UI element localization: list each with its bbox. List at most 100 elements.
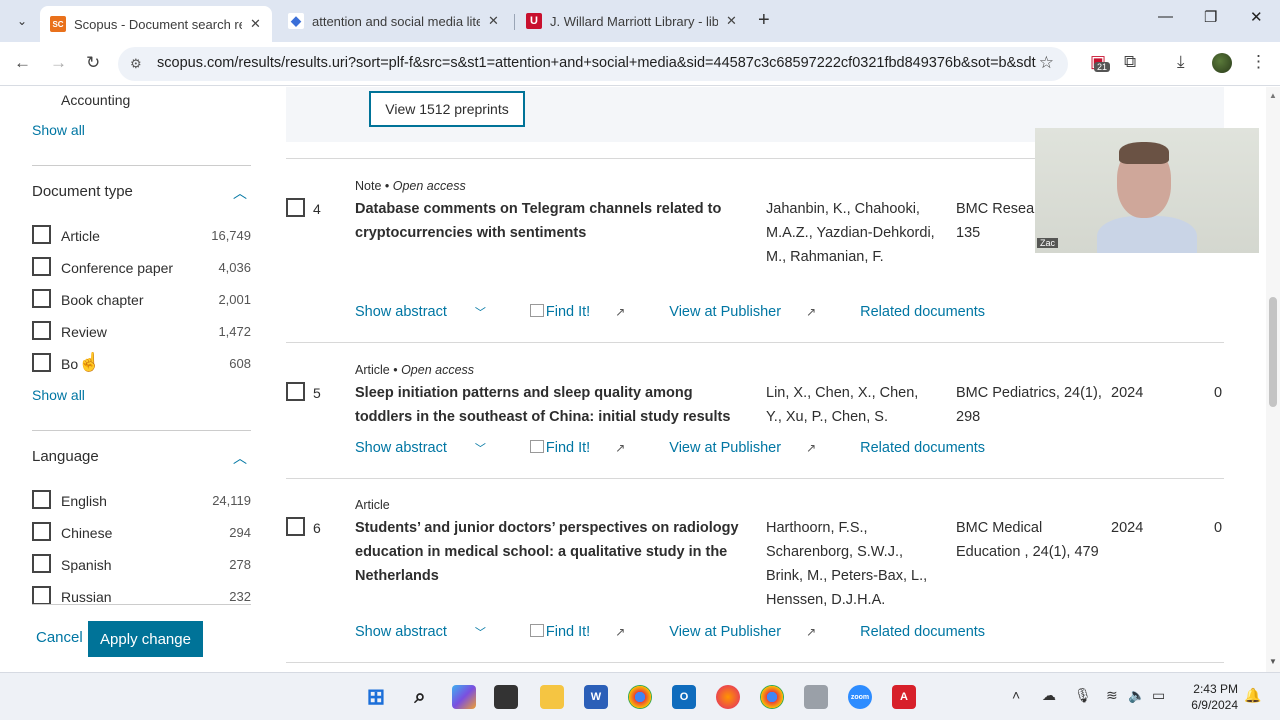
language-heading[interactable]: Language: [32, 448, 99, 465]
extension-badge: 21: [1094, 62, 1111, 72]
document-type-heading[interactable]: Document type: [32, 183, 133, 200]
result-checkbox[interactable]: [286, 198, 305, 217]
checkbox-article[interactable]: [32, 225, 51, 244]
checkbox-chinese[interactable]: [32, 522, 51, 541]
close-tab-icon[interactable]: ✕: [488, 13, 499, 29]
url-text[interactable]: scopus.com/results/results.uri?sort=plf-…: [157, 55, 1037, 71]
external-link-icon: ↗: [615, 441, 626, 455]
find-it-link[interactable]: Find It! ↗: [529, 304, 647, 320]
divider: [32, 165, 251, 166]
forward-icon[interactable]: →: [50, 53, 67, 73]
language-label: Chinese: [61, 525, 113, 541]
address-bar[interactable]: ⚙ scopus.com/results/results.uri?sort=pl…: [118, 47, 1068, 81]
profile-avatar[interactable]: [1212, 53, 1232, 73]
extensions-puzzle-icon[interactable]: ⧉: [1124, 52, 1136, 72]
view-at-publisher-link[interactable]: View at Publisher ↗: [669, 624, 838, 640]
close-window-icon[interactable]: ✕: [1250, 8, 1263, 26]
chrome-icon[interactable]: [628, 685, 652, 709]
external-link-icon: ↗: [615, 625, 626, 639]
page-scrollbar[interactable]: ▲ ▼: [1266, 87, 1280, 672]
result-authors[interactable]: Jahanbin, K., Chahooki, M.A.Z., Yazdian-…: [766, 197, 936, 269]
reload-icon[interactable]: ↻: [86, 53, 100, 73]
chrome-profile-icon[interactable]: [760, 685, 784, 709]
subject-area-item[interactable]: Accounting: [61, 92, 130, 108]
checkbox-english[interactable]: [32, 490, 51, 509]
task-view-icon[interactable]: [494, 685, 518, 709]
result-title-link[interactable]: Students’ and junior doctors’ perspectiv…: [355, 516, 749, 588]
outlook-icon[interactable]: O: [672, 685, 696, 709]
view-at-publisher-link[interactable]: View at Publisher ↗: [669, 440, 838, 456]
tab-marriott-library[interactable]: U J. Willard Marriott Library - lib.u ✕: [516, 6, 748, 36]
search-icon[interactable]: ⌕: [408, 685, 432, 709]
checkbox-review[interactable]: [32, 321, 51, 340]
checkbox-spanish[interactable]: [32, 554, 51, 573]
find-it-link[interactable]: Find It! ↗: [529, 624, 647, 640]
notifications-icon[interactable]: 🔔: [1244, 687, 1261, 704]
scroll-down-icon[interactable]: ▼: [1269, 657, 1277, 666]
firefox-icon[interactable]: [716, 685, 740, 709]
show-all-doctype-link[interactable]: Show all: [32, 387, 85, 403]
checkbox-book[interactable]: [32, 353, 51, 372]
result-source: BMC Medical Education , 24(1), 479: [956, 520, 1099, 560]
chevron-up-icon[interactable]: ︿: [233, 183, 247, 203]
checkbox-conference-paper[interactable]: [32, 257, 51, 276]
menu-kebab-icon[interactable]: ⋮: [1250, 52, 1267, 72]
result-source: BMC Pediatrics, 24(1), 298: [956, 385, 1102, 425]
chevron-up-icon[interactable]: ︿: [233, 448, 247, 468]
checkbox-book-chapter[interactable]: [32, 289, 51, 308]
bookmark-star-icon[interactable]: ☆: [1039, 53, 1054, 73]
view-preprints-button[interactable]: View 1512 preprints: [369, 91, 525, 127]
battery-icon[interactable]: ▭: [1152, 687, 1165, 704]
onedrive-icon[interactable]: ☁: [1042, 687, 1056, 704]
microphone-icon[interactable]: 🎙: [1074, 687, 1092, 704]
show-abstract-link[interactable]: Show abstract ﹀: [355, 304, 508, 320]
apply-change-button[interactable]: Apply change: [88, 621, 203, 657]
result-title-link[interactable]: Database comments on Telegram channels r…: [355, 197, 749, 245]
tab-search-dropdown-icon[interactable]: ⌄: [8, 7, 36, 35]
webcam-overlay: Zac: [1035, 128, 1259, 253]
scroll-up-icon[interactable]: ▲: [1269, 91, 1277, 100]
show-abstract-link[interactable]: Show abstract ﹀: [355, 624, 508, 640]
chevron-up-tray-icon[interactable]: ˄: [1012, 687, 1020, 703]
close-tab-icon[interactable]: ✕: [250, 16, 261, 32]
show-abstract-link[interactable]: Show abstract ﹀: [355, 440, 508, 456]
acrobat-icon[interactable]: A: [892, 685, 916, 709]
related-documents-link[interactable]: Related documents: [860, 440, 985, 456]
back-icon[interactable]: ←: [14, 53, 31, 73]
restore-icon[interactable]: ❐: [1204, 8, 1217, 26]
volume-icon[interactable]: 🔈: [1128, 687, 1145, 704]
find-it-link[interactable]: Find It! ↗: [529, 440, 647, 456]
tab-divider: [514, 14, 515, 30]
tab-attention-social-media[interactable]: ◆ attention and social media liter ✕: [278, 6, 510, 36]
related-documents-link[interactable]: Related documents: [860, 304, 985, 320]
download-icon[interactable]: ⤓: [1177, 52, 1185, 72]
wifi-icon[interactable]: ≋: [1106, 687, 1118, 704]
tab-title: Scopus - Document search resu: [74, 16, 242, 32]
minimize-icon[interactable]: —: [1158, 8, 1173, 25]
result-cited-by[interactable]: 0: [1214, 385, 1222, 401]
windows-start-icon[interactable]: ⊞: [364, 684, 388, 709]
printer-app-icon[interactable]: [804, 685, 828, 709]
close-tab-icon[interactable]: ✕: [726, 13, 737, 29]
language-count: 232: [229, 589, 251, 604]
result-checkbox[interactable]: [286, 517, 305, 536]
cancel-button[interactable]: Cancel: [36, 629, 83, 646]
system-clock[interactable]: 2:43 PM 6/9/2024: [1184, 681, 1238, 713]
related-documents-link[interactable]: Related documents: [860, 624, 985, 640]
zoom-icon[interactable]: zoom: [848, 685, 872, 709]
result-authors[interactable]: Lin, X., Chen, X., Chen, Y., Xu, P., Che…: [766, 381, 936, 429]
result-checkbox[interactable]: [286, 382, 305, 401]
checkbox-russian[interactable]: [32, 586, 51, 605]
show-all-subject-link[interactable]: Show all: [32, 122, 85, 138]
file-explorer-icon[interactable]: [540, 685, 564, 709]
result-authors[interactable]: Harthoorn, F.S., Scharenborg, S.W.J., Br…: [766, 516, 936, 612]
tab-scopus[interactable]: SC Scopus - Document search resu ✕: [40, 6, 272, 42]
site-info-icon[interactable]: ⚙: [130, 56, 142, 72]
word-icon[interactable]: W: [584, 685, 608, 709]
view-at-publisher-link[interactable]: View at Publisher ↗: [669, 304, 838, 320]
copilot-icon[interactable]: [452, 685, 476, 709]
scroll-thumb[interactable]: [1269, 297, 1277, 407]
result-title-link[interactable]: Sleep initiation patterns and sleep qual…: [355, 381, 749, 429]
new-tab-icon[interactable]: +: [758, 9, 770, 32]
result-cited-by[interactable]: 0: [1214, 520, 1222, 536]
